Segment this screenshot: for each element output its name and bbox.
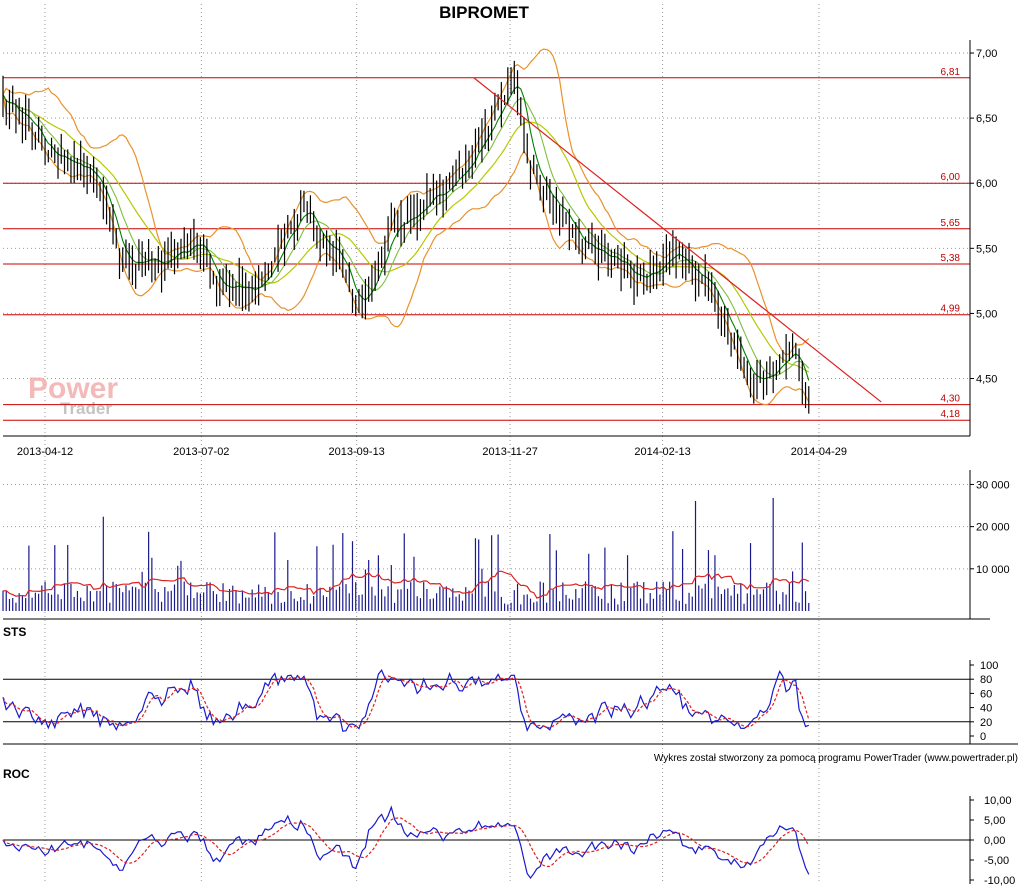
volume-tick-label: 30 000	[976, 479, 1010, 491]
date-axis-label: 2013-11-27	[482, 446, 537, 458]
powertrader-credit: Wykres został stworzony za pomocą progra…	[654, 753, 1018, 764]
sts-tick-label: 100	[980, 660, 998, 672]
resistance-label: 4,99	[941, 304, 961, 315]
price-tick-label: 7,00	[976, 48, 997, 60]
chart-title: BIPROMET	[439, 3, 529, 22]
price-tick-label: 6,50	[976, 113, 997, 125]
resistance-label: 6,81	[941, 67, 961, 78]
date-axis-label: 2013-07-02	[173, 446, 229, 458]
roc-signal-line	[2, 817, 810, 868]
volume-tick-label: 10 000	[976, 564, 1010, 576]
date-axis-label: 2013-04-12	[17, 446, 73, 458]
resistance-label: 6,00	[941, 172, 961, 183]
date-axis-label: 2014-02-13	[634, 446, 690, 458]
stock-chart: Power Trader 6,81 6,00 5,65 5,38 4,99 4,30 4,1…	[0, 0, 1024, 887]
moving-average-mid-line	[2, 94, 810, 377]
sts-tick-label: 0	[980, 731, 986, 743]
sts-tick-label: 60	[980, 688, 992, 700]
sts-tick-label: 20	[980, 717, 992, 729]
sts-tick-label: 40	[980, 703, 992, 715]
price-tick-label: 5,00	[976, 308, 997, 320]
roc-tick-label: 10,00	[984, 795, 1012, 807]
volume-tick-label: 20 000	[976, 522, 1010, 534]
roc-panel-title: ROC	[3, 767, 30, 781]
bollinger-lower-line	[2, 94, 810, 406]
roc-tick-label: 0,00	[984, 835, 1005, 847]
roc-tick-label: 5,00	[984, 815, 1005, 827]
bollinger-upper-line	[2, 48, 810, 356]
price-tick-label: 5,50	[976, 243, 997, 255]
resistance-label: 5,65	[941, 218, 961, 229]
sts-tick-label: 80	[980, 674, 992, 686]
downtrend-line	[473, 77, 882, 403]
resistance-label: 5,38	[941, 253, 961, 264]
powertrader-watermark: Power Trader	[28, 372, 118, 418]
date-axis-label: 2013-09-13	[329, 446, 385, 458]
price-tick-label: 6,00	[976, 178, 997, 190]
resistance-label: 4,30	[941, 394, 961, 405]
sts-panel-title: STS	[3, 625, 26, 639]
resistance-label: 4,18	[941, 409, 961, 420]
watermark-trader-text: Trader	[60, 399, 112, 418]
date-axis-label: 2014-04-29	[791, 446, 847, 458]
moving-average-fast-line	[2, 85, 810, 381]
roc-tick-label: -5,00	[984, 855, 1009, 867]
roc-tick-label: -10,00	[984, 875, 1015, 887]
roc-line	[2, 805, 810, 880]
volume-average-line	[2, 570, 810, 599]
price-tick-label: 4,50	[976, 374, 997, 386]
